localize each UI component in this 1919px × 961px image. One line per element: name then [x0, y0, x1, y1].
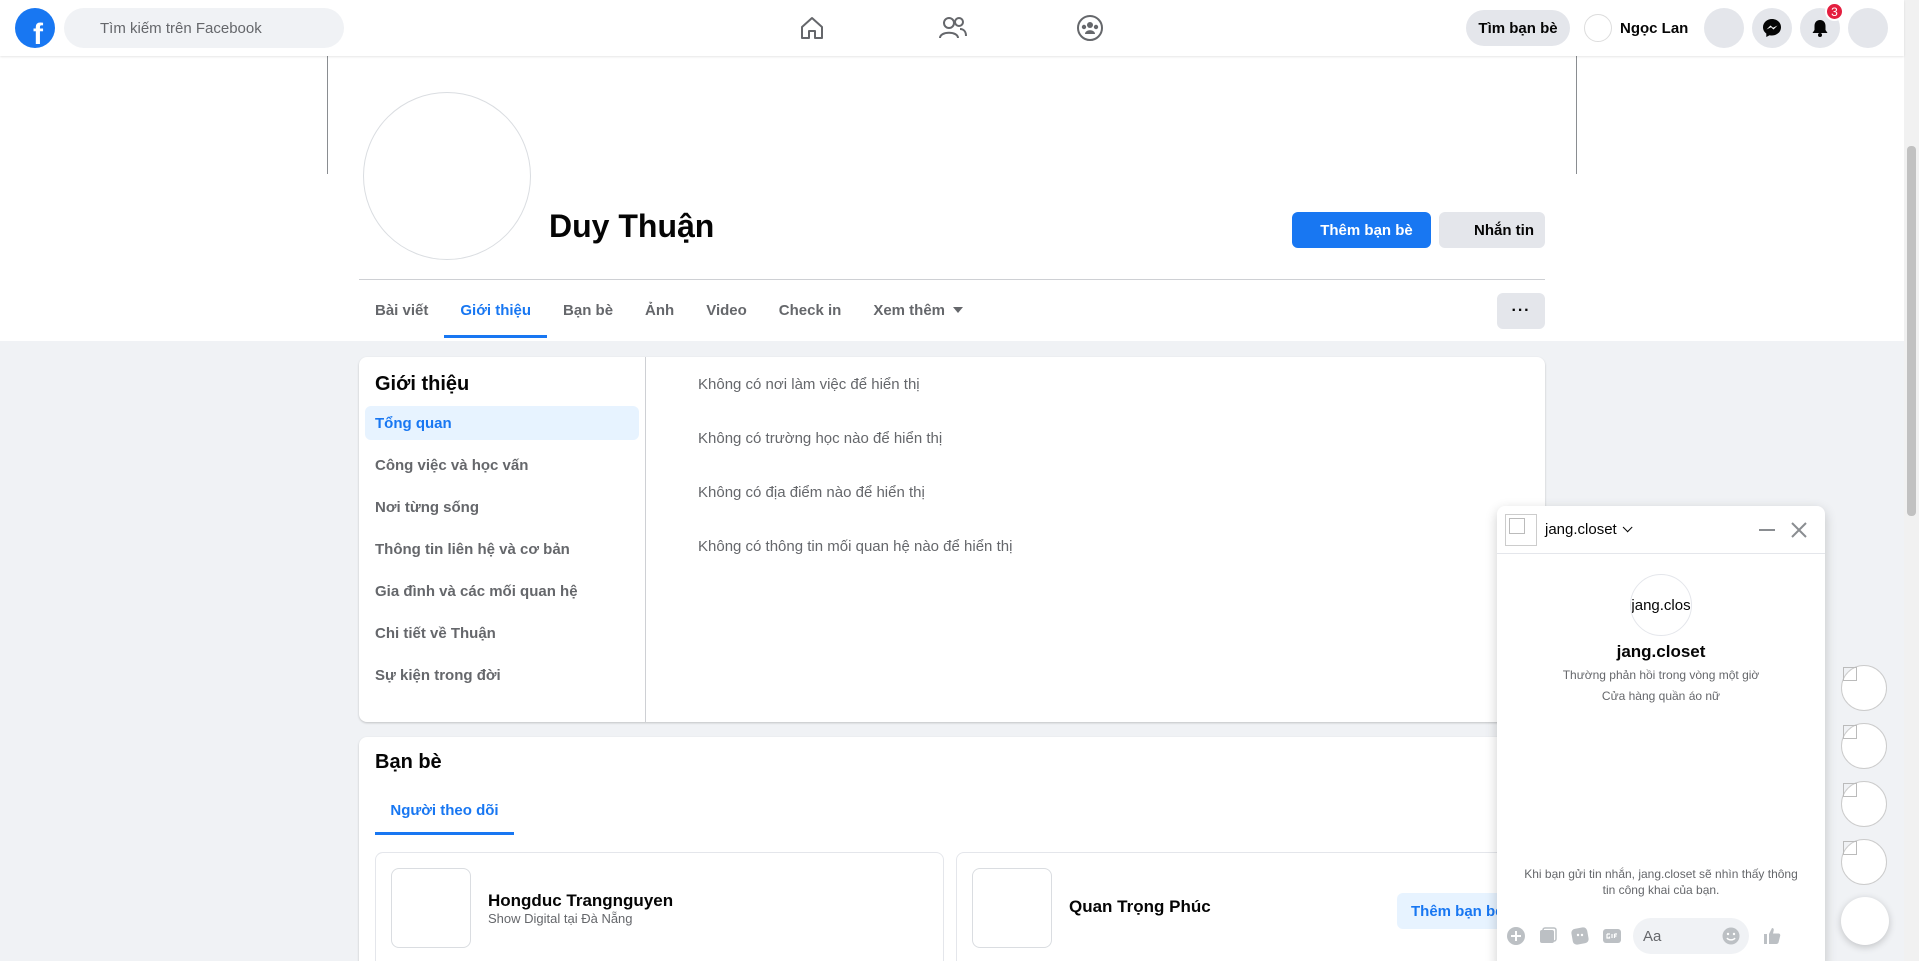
chat-privacy-note: Khi bạn gửi tin nhắn, jang.closet sẽ nhì… [1524, 867, 1798, 897]
friend-subtitle: Show Digital tại Đà Nẵng [488, 911, 633, 926]
header-divider [359, 279, 1545, 280]
facebook-logo[interactable]: f [15, 8, 55, 48]
message-button[interactable]: Nhắn tin [1439, 212, 1545, 248]
chat-head-bubble[interactable] [1841, 781, 1887, 827]
tab-friends[interactable]: Bạn bè [547, 282, 629, 338]
friend-photo[interactable] [391, 868, 471, 948]
friend-photo[interactable] [972, 868, 1052, 948]
top-navigation-bar: f Tìm bạn bè Ngọc Lan 3 [0, 0, 1904, 56]
about-content: Không có nơi làm việc để hiển thị Không … [646, 357, 1545, 722]
bell-icon [1812, 20, 1828, 37]
cover-border-right [1576, 56, 1577, 174]
messenger-icon [1763, 19, 1781, 37]
search-box[interactable] [64, 8, 344, 48]
chat-header[interactable]: jang.closet [1497, 506, 1825, 554]
chat-page-title[interactable]: jang.closet [1497, 642, 1825, 662]
friends-section: Bạn bè Người theo dõi Hongduc Trangnguye… [359, 737, 1545, 961]
chat-window: jang.closet jang.clos jang.closet Thường… [1497, 506, 1825, 961]
tab-label: Video [706, 301, 747, 319]
notification-badge: 3 [1825, 2, 1844, 21]
add-friend-button[interactable]: Thêm bạn bè [1292, 212, 1431, 248]
tab-label: Ảnh [645, 301, 675, 319]
about-menu: Giới thiệu Tổng quan Công việc và học vấ… [359, 357, 646, 722]
chat-page-avatar[interactable]: jang.clos [1630, 574, 1692, 636]
caret-down-icon [953, 307, 964, 313]
profile-header: Duy Thuận Thêm bạn bè Nhắn tin Bài viết … [0, 56, 1904, 341]
about-section: Giới thiệu Tổng quan Công việc và học vấ… [359, 357, 1545, 722]
menu-button[interactable] [1704, 8, 1744, 48]
friend-card[interactable]: Hongduc Trangnguyen Show Digital tại Đà … [375, 852, 944, 961]
cover-border-left [327, 56, 328, 174]
tab-videos[interactable]: Video [690, 282, 763, 338]
photo-icon[interactable] [1535, 923, 1561, 949]
user-profile-chip[interactable]: Ngọc Lan [1580, 10, 1696, 46]
about-item-contact-basic[interactable]: Thông tin liên hệ và cơ bản [365, 532, 639, 566]
home-icon[interactable] [796, 12, 828, 44]
chevron-down-icon[interactable] [1622, 522, 1633, 533]
tab-posts[interactable]: Bài viết [359, 282, 444, 338]
scrollbar-thumb[interactable] [1907, 146, 1916, 516]
new-message-button[interactable] [1841, 897, 1889, 945]
profile-avatar[interactable] [363, 92, 531, 260]
about-item-details[interactable]: Chi tiết về Thuận [365, 616, 639, 650]
friends-icon[interactable] [937, 12, 969, 44]
profile-tabs: Bài viết Giới thiệu Bạn bè Ảnh Video Che… [359, 282, 979, 338]
about-title: Giới thiệu [375, 373, 470, 395]
find-friends-button[interactable]: Tìm bạn bè [1466, 10, 1570, 46]
account-button[interactable] [1848, 8, 1888, 48]
chat-page-category: Cửa hàng quần áo nữ [1601, 689, 1721, 703]
chat-message-box[interactable] [1633, 918, 1749, 954]
emoji-icon[interactable] [1721, 926, 1741, 946]
about-workplace-empty: Không có nơi làm việc để hiển thị [698, 376, 920, 393]
tab-label: Check in [778, 301, 842, 319]
more-options-button[interactable]: ··· [1497, 293, 1545, 329]
about-item-work-education[interactable]: Công việc và học vấn [365, 448, 639, 482]
tab-followers[interactable]: Người theo dõi [375, 785, 514, 835]
like-thumb-icon[interactable] [1759, 923, 1785, 949]
chat-head-bubble[interactable] [1841, 723, 1887, 769]
search-input[interactable] [100, 19, 344, 37]
tab-checkins[interactable]: Check in [763, 282, 858, 338]
gif-icon[interactable] [1599, 923, 1625, 949]
chat-header-avatar[interactable] [1505, 513, 1537, 546]
tab-label: Giới thiệu [460, 301, 532, 319]
user-name: Ngọc Lan [1620, 19, 1689, 37]
chat-head-bubble[interactable] [1841, 839, 1887, 885]
friends-title: Bạn bè [375, 751, 442, 773]
minimize-icon[interactable] [1759, 529, 1775, 531]
tab-label: Bài viết [375, 301, 429, 319]
about-item-overview[interactable]: Tổng quan [365, 406, 639, 440]
chat-head-bubble[interactable] [1841, 665, 1887, 711]
tab-about[interactable]: Giới thiệu [444, 282, 547, 338]
about-item-places-lived[interactable]: Nơi từng sống [365, 490, 639, 524]
friend-card[interactable]: Quan Trọng Phúc Thêm bạn bè [956, 852, 1525, 961]
user-avatar [1584, 14, 1612, 42]
tab-label: Xem thêm [873, 301, 946, 319]
close-icon[interactable] [1787, 518, 1811, 542]
about-place-empty: Không có địa điểm nào để hiển thị [698, 484, 925, 501]
tab-see-more[interactable]: Xem thêm [857, 282, 979, 338]
profile-name: Duy Thuận [549, 208, 715, 244]
chat-composer [1497, 914, 1825, 958]
tab-photos[interactable]: Ảnh [629, 282, 690, 338]
friend-name[interactable]: Hongduc Trangnguyen [488, 891, 673, 911]
about-school-empty: Không có trường học nào để hiển thị [698, 430, 943, 447]
chat-message-input[interactable] [1643, 927, 1723, 945]
plus-circle-icon[interactable] [1503, 923, 1529, 949]
about-relationship-empty: Không có thông tin mối quan hệ nào để hi… [698, 538, 1013, 555]
tab-label: Bạn bè [563, 301, 614, 319]
notifications-button[interactable]: 3 [1800, 2, 1844, 48]
messenger-button[interactable] [1752, 8, 1792, 48]
about-item-life-events[interactable]: Sự kiện trong đời [365, 658, 639, 692]
chat-name[interactable]: jang.closet [1545, 521, 1617, 538]
friend-name[interactable]: Quan Trọng Phúc [1069, 897, 1211, 917]
about-item-family-relationships[interactable]: Gia đình và các mối quan hệ [365, 574, 639, 608]
sticker-icon[interactable] [1567, 923, 1593, 949]
facebook-logo-letter: f [33, 18, 43, 48]
groups-icon[interactable] [1074, 12, 1106, 44]
chat-response-time: Thường phản hồi trong vòng một giờ [1562, 668, 1760, 682]
